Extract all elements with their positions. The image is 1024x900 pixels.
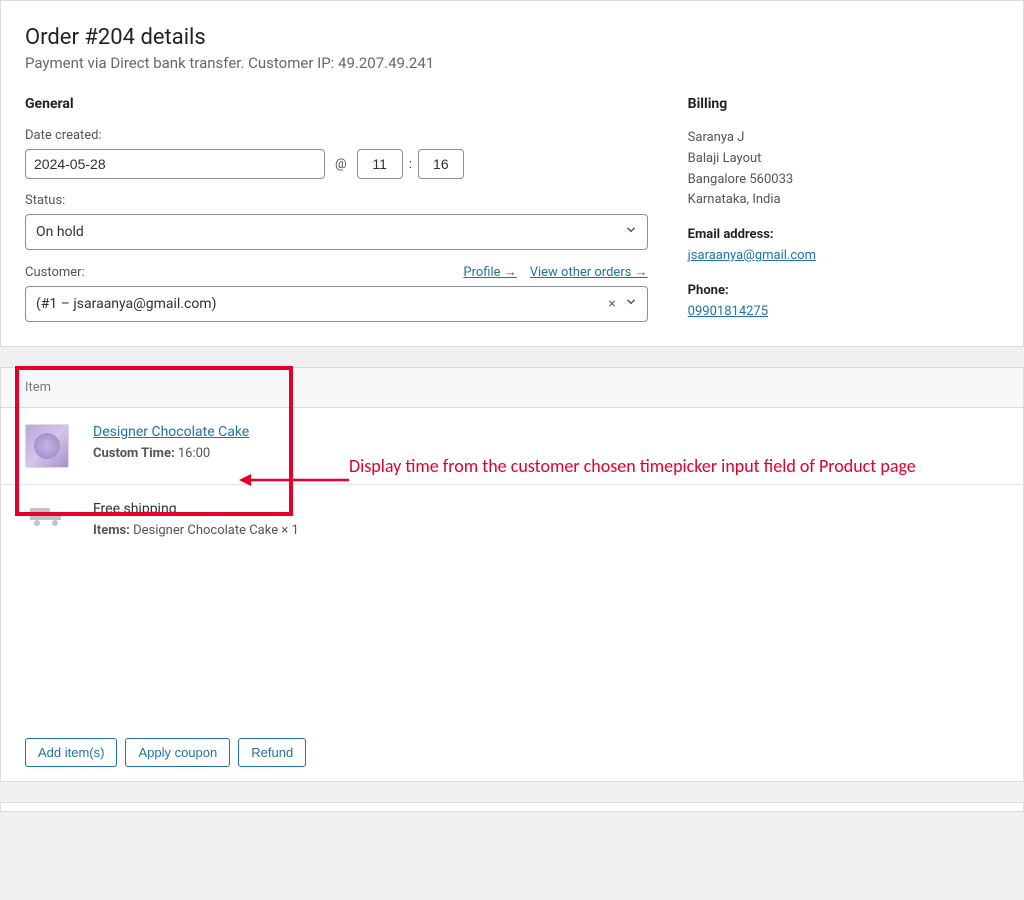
general-heading: General — [25, 96, 648, 112]
time-separator: : — [409, 157, 412, 172]
clear-customer-icon[interactable]: × — [608, 296, 615, 312]
items-header: Item — [1, 368, 1023, 408]
billing-line: Saranya J — [688, 128, 999, 149]
billing-phone-label: Phone: — [688, 281, 999, 302]
shipping-name: Free shipping — [93, 501, 999, 517]
status-value: On hold — [36, 224, 84, 240]
refund-button[interactable]: Refund — [238, 738, 306, 767]
line-item-row: Designer Chocolate Cake Custom Time: 16:… — [1, 408, 1023, 484]
customer-select[interactable]: (#1 – jsaraanya@gmail.com) × — [25, 286, 648, 322]
date-created-input[interactable] — [25, 149, 325, 179]
shipping-row: Free shipping Items: Designer Chocolate … — [1, 485, 1023, 554]
hour-input[interactable] — [357, 149, 403, 179]
billing-line: Balaji Layout — [688, 149, 999, 170]
billing-line: Karnataka, India — [688, 190, 999, 211]
custom-time-value: 16:00 — [178, 446, 210, 461]
status-label: Status: — [25, 193, 648, 208]
customer-label: Customer: — [25, 265, 85, 280]
billing-heading: Billing — [688, 96, 999, 112]
shipping-items-value: Designer Chocolate Cake × 1 — [133, 523, 299, 538]
apply-coupon-button[interactable]: Apply coupon — [125, 738, 230, 767]
truck-icon — [25, 501, 69, 531]
billing-email-value[interactable]: jsaraanya@gmail.com — [688, 248, 816, 263]
minute-input[interactable] — [418, 149, 464, 179]
profile-link[interactable]: Profile → — [463, 265, 516, 280]
at-symbol: @ — [331, 157, 351, 172]
add-items-button[interactable]: Add item(s) — [25, 738, 117, 767]
shipping-items-label: Items: — [93, 523, 130, 538]
date-created-label: Date created: — [25, 128, 648, 143]
billing-line: Bangalore 560033 — [688, 170, 999, 191]
status-select[interactable]: On hold — [25, 214, 648, 250]
page-title: Order #204 details — [25, 25, 999, 50]
billing-phone-value[interactable]: 09901814275 — [688, 304, 768, 319]
customer-value: (#1 – jsaraanya@gmail.com) — [36, 296, 216, 312]
billing-email-label: Email address: — [688, 225, 999, 246]
product-thumbnail[interactable] — [25, 424, 69, 468]
order-subtitle: Payment via Direct bank transfer. Custom… — [25, 54, 999, 72]
view-other-orders-link[interactable]: View other orders → — [530, 265, 648, 280]
product-name-link[interactable]: Designer Chocolate Cake — [93, 424, 249, 440]
custom-time-label: Custom Time: — [93, 446, 175, 461]
